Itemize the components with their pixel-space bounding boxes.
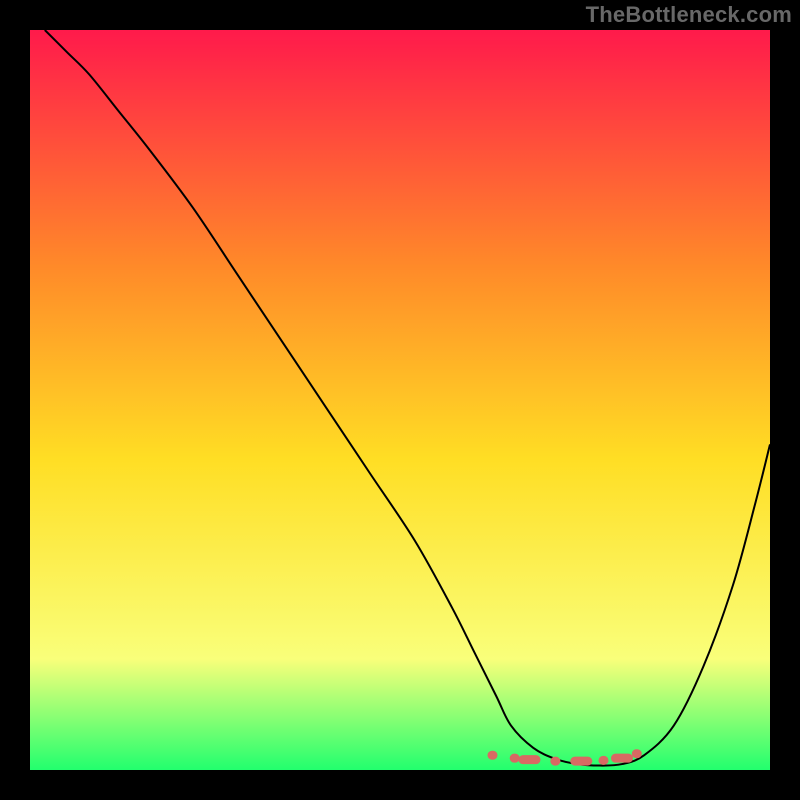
plot-area [30,30,770,770]
optimal-marker [570,757,592,766]
optimal-marker [632,749,642,758]
optimal-marker [611,754,633,763]
watermark-label: TheBottleneck.com [586,2,792,28]
optimal-marker [599,756,609,765]
plot-svg-layer [30,30,770,770]
bottleneck-curve [45,30,770,766]
optimal-marker [488,751,498,760]
optimal-marker [550,757,560,766]
chart-frame: TheBottleneck.com [0,0,800,800]
optimal-band-markers [488,749,642,765]
optimal-marker [519,755,541,764]
optimal-marker [510,754,520,763]
